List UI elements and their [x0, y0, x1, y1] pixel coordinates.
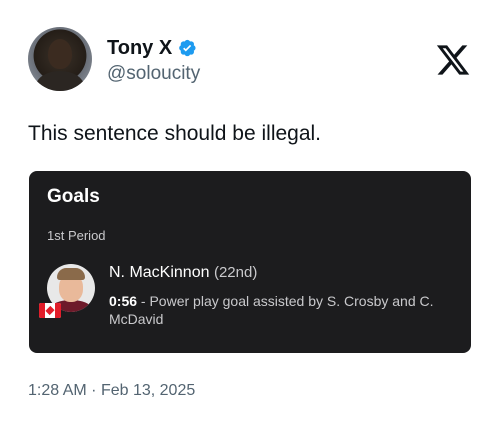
canada-flag-icon	[39, 303, 61, 318]
author-handle[interactable]: @soloucity	[107, 62, 200, 86]
headshot-hair	[57, 268, 85, 280]
avatar-body	[36, 71, 84, 91]
card-title: Goals	[47, 186, 100, 207]
timestamp-separator: ·	[91, 382, 97, 399]
tweet-timestamp[interactable]: 1:28 AM · Feb 13, 2025	[28, 380, 195, 402]
author-display-name[interactable]: Tony X	[107, 36, 172, 60]
scorer-name: N. MacKinnon	[109, 264, 210, 281]
goal-time: 0:56	[109, 293, 138, 309]
tweet-page: Tony X @soloucity This sentence should b…	[0, 0, 500, 427]
verified-badge-icon	[179, 39, 196, 57]
flag-maple-leaf	[45, 305, 55, 316]
author-avatar[interactable]	[28, 27, 92, 91]
tweet-time: 1:28 AM	[28, 382, 87, 399]
flag-band-right	[55, 303, 61, 318]
period-label: 1st Period	[47, 228, 106, 243]
goals-card[interactable]: Goals 1st Period N. MacKinnon (22nd) 0:5…	[29, 171, 471, 353]
x-logo-icon[interactable]	[435, 42, 471, 78]
tweet-date: Feb 13, 2025	[100, 382, 196, 399]
avatar-face	[48, 39, 72, 69]
author-name-row: Tony X	[107, 36, 197, 60]
tweet-text: This sentence should be illegal.	[28, 122, 322, 145]
scorer-row: N. MacKinnon (22nd)	[109, 263, 257, 283]
goal-detail: 0:56 - Power play goal assisted by S. Cr…	[109, 292, 459, 328]
goal-description: - Power play goal assisted by S. Crosby …	[109, 293, 434, 327]
scorer-goal-count: (22nd)	[213, 264, 258, 281]
